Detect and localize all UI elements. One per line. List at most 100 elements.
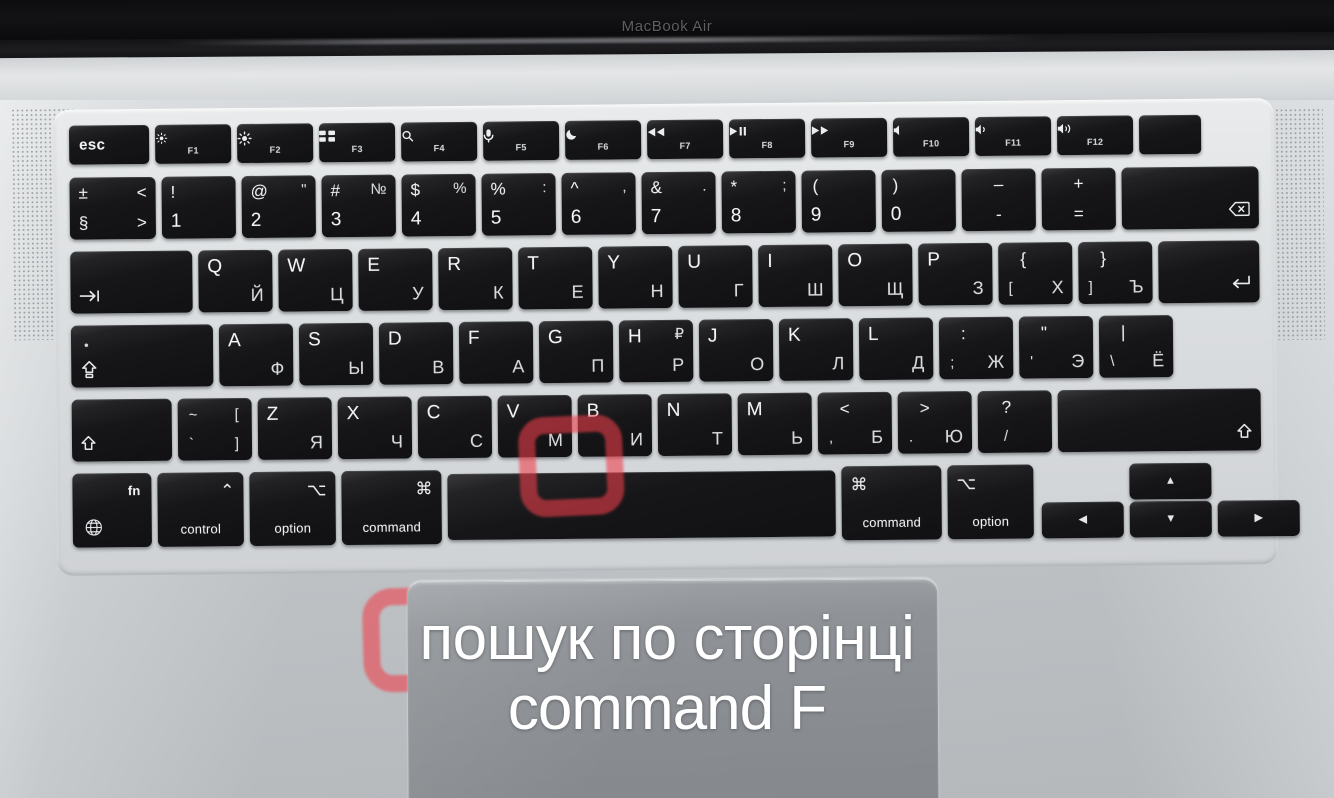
key-semicolon-shift: :: [960, 324, 966, 344]
key-arrow-up[interactable]: ▲: [1129, 462, 1212, 500]
key-fn[interactable]: fn: [72, 472, 152, 548]
key-z-cyrillic: Я: [309, 432, 324, 453]
key-7[interactable]: & 7 .: [641, 171, 717, 235]
key-backslash[interactable]: | \ Ё: [1098, 315, 1174, 378]
key-slash[interactable]: ? /: [977, 390, 1053, 454]
key-9-digit: 9: [810, 204, 822, 226]
key-r[interactable]: R К: [438, 247, 513, 311]
key-j[interactable]: J О: [698, 318, 774, 382]
key-2[interactable]: @ 2 ": [241, 175, 317, 239]
key-c[interactable]: C С: [417, 395, 493, 459]
key-minus[interactable]: – -: [961, 168, 1036, 232]
key-z[interactable]: Z Я: [257, 397, 333, 460]
key-s[interactable]: S Ы: [298, 322, 374, 386]
key-f6[interactable]: F6: [564, 120, 642, 160]
key-9[interactable]: ( 9: [801, 169, 877, 233]
key-v[interactable]: V М: [497, 394, 573, 458]
key-esc[interactable]: esc: [68, 124, 150, 165]
key-quote[interactable]: " ' Э: [1018, 315, 1094, 379]
key-b[interactable]: B И: [577, 394, 653, 457]
key-l[interactable]: L Д: [858, 317, 934, 381]
key-u[interactable]: U Г: [678, 245, 753, 308]
key-0[interactable]: ) 0: [881, 169, 956, 232]
key-semicolon[interactable]: : ; Ж: [938, 316, 1014, 380]
key-p[interactable]: P З: [918, 242, 993, 306]
key-f[interactable]: F А: [458, 321, 534, 384]
key-5[interactable]: % 5 :: [481, 173, 557, 236]
key-shift-right[interactable]: [1057, 388, 1262, 453]
key-touch-id[interactable]: [1138, 114, 1202, 155]
key-bracket-left[interactable]: { [ Х: [998, 242, 1073, 305]
key-bracket-right[interactable]: } ] Ъ: [1078, 241, 1153, 305]
key-n[interactable]: N Т: [657, 393, 733, 457]
key-a[interactable]: A Ф: [218, 323, 294, 387]
key-shift-left[interactable]: [71, 398, 173, 462]
option-alt-icon: ⌥: [956, 474, 977, 494]
key-section-tl: ±: [78, 183, 89, 203]
key-v-latin: V: [506, 401, 520, 423]
key-k[interactable]: K Л: [778, 318, 854, 381]
key-f7[interactable]: F7: [646, 119, 724, 160]
key-o[interactable]: O Щ: [838, 243, 913, 307]
key-return[interactable]: [1158, 240, 1260, 304]
key-h[interactable]: H ₽ Р: [618, 319, 694, 383]
key-f11-label: F11: [1005, 137, 1022, 148]
key-q[interactable]: Q Й: [198, 249, 273, 313]
key-control[interactable]: ⌃ control: [157, 472, 244, 547]
key-1[interactable]: ! 1: [161, 176, 237, 239]
key-comma[interactable]: < , Б: [817, 391, 893, 455]
key-f12[interactable]: F12: [1056, 115, 1134, 156]
key-space[interactable]: [447, 470, 836, 541]
arrow-left-icon: ◀: [1078, 513, 1088, 526]
key-arrow-right[interactable]: ▶: [1217, 499, 1300, 537]
key-x[interactable]: X Ч: [337, 396, 413, 460]
key-command-left[interactable]: ⌘ command: [341, 470, 442, 546]
key-0-shift: ): [892, 175, 899, 195]
key-arrow-left[interactable]: ◀: [1041, 501, 1124, 539]
key-3[interactable]: # 3 №: [321, 174, 397, 238]
trackpad[interactable]: [407, 578, 939, 798]
key-backtick[interactable]: ~ ` [ ]: [177, 397, 253, 461]
key-4-digit: 4: [410, 208, 422, 230]
key-period-cyrillic: Ю: [944, 426, 964, 447]
key-i[interactable]: I Ш: [758, 244, 833, 308]
key-f3[interactable]: F3: [318, 122, 396, 163]
key-section[interactable]: ± § < >: [69, 176, 157, 240]
key-option-right[interactable]: ⌥ option: [947, 464, 1034, 540]
key-t[interactable]: T Е: [518, 246, 593, 310]
key-f8[interactable]: F8: [728, 118, 806, 159]
key-arrow-down[interactable]: ▼: [1129, 500, 1212, 538]
key-m[interactable]: M Ь: [737, 392, 813, 456]
key-7-alt: .: [702, 177, 707, 195]
key-6[interactable]: ^ 6 ,: [561, 172, 637, 235]
key-section-bl: §: [78, 213, 89, 233]
key-f5[interactable]: F5: [482, 121, 560, 161]
key-g[interactable]: G П: [538, 320, 614, 384]
key-option-left[interactable]: ⌥ option: [249, 471, 336, 546]
key-caps-lock[interactable]: •: [70, 324, 214, 388]
key-command-right[interactable]: ⌘ command: [841, 465, 942, 541]
key-equals[interactable]: + =: [1041, 167, 1116, 231]
key-e[interactable]: E У: [358, 248, 433, 311]
key-w[interactable]: W Ц: [278, 249, 353, 312]
key-f2[interactable]: F2: [236, 123, 314, 164]
key-bracket-left-cyrillic: Х: [1051, 277, 1064, 298]
key-backslash-cyrillic: Ё: [1152, 350, 1165, 371]
key-f1[interactable]: F1: [154, 124, 232, 164]
key-f4[interactable]: F4: [400, 121, 478, 162]
key-f11[interactable]: F11: [974, 116, 1052, 157]
key-period[interactable]: > . Ю: [897, 391, 973, 454]
key-f9[interactable]: F9: [810, 117, 888, 158]
key-fn-label: fn: [127, 483, 141, 499]
key-backslash-base: \: [1110, 352, 1115, 370]
key-d[interactable]: D В: [378, 322, 454, 385]
key-delete[interactable]: [1121, 166, 1259, 230]
key-slash-base: /: [1003, 427, 1009, 445]
key-4[interactable]: $ 4 %: [401, 173, 477, 237]
key-f10[interactable]: F10: [892, 117, 970, 157]
key-tab[interactable]: [70, 250, 193, 314]
key-y[interactable]: Y Н: [598, 245, 673, 309]
key-backslash-shift: |: [1120, 322, 1126, 342]
key-4-shift: $: [410, 180, 421, 200]
key-8[interactable]: * 8 ;: [721, 170, 797, 234]
